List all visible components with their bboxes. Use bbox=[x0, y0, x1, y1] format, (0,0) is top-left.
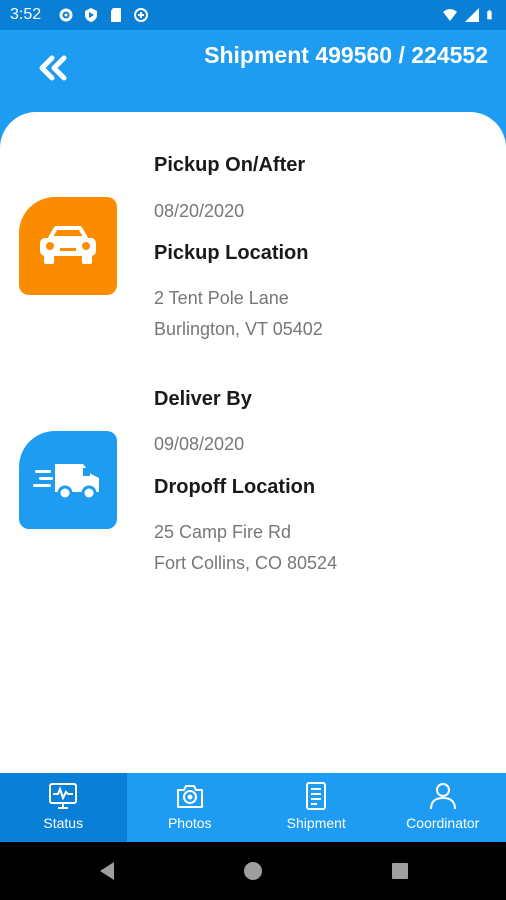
sync-icon bbox=[134, 8, 148, 22]
cellular-signal-icon bbox=[465, 8, 479, 22]
settings-icon bbox=[59, 8, 73, 22]
nav-tab-coordinator[interactable]: Coordinator bbox=[380, 773, 506, 842]
shield-icon bbox=[85, 8, 97, 22]
pickup-address-line2: Burlington, VT 05402 bbox=[154, 319, 323, 339]
pickup-location-label: Pickup Location bbox=[154, 242, 309, 264]
dropoff-date: 09/08/2020 bbox=[154, 434, 245, 454]
back-button[interactable] bbox=[34, 50, 74, 86]
nav-tab-shipment-label: Shipment bbox=[286, 815, 346, 831]
dropoff-icon-tile bbox=[19, 431, 117, 529]
app-header: Shipment 499560 / 224552 bbox=[0, 30, 506, 120]
system-recents-icon[interactable] bbox=[389, 860, 411, 882]
person-icon bbox=[429, 783, 456, 810]
nav-tab-shipment[interactable]: Shipment bbox=[253, 773, 380, 842]
nav-tab-status[interactable]: Status bbox=[0, 773, 127, 842]
document-icon bbox=[306, 782, 327, 810]
dropoff-location-label: Dropoff Location bbox=[154, 476, 316, 498]
system-status-icons bbox=[442, 7, 496, 23]
car-icon bbox=[40, 226, 96, 264]
page-title: Shipment 499560 / 224552 bbox=[204, 42, 488, 68]
nav-tab-photos-label: Photos bbox=[167, 815, 212, 831]
dropoff-address-line2: Fort Collins, CO 80524 bbox=[154, 553, 338, 573]
system-nav-bar bbox=[0, 842, 506, 900]
monitor-pulse-icon bbox=[49, 783, 78, 809]
nav-tab-status-label: Status bbox=[43, 815, 84, 831]
notification-icons bbox=[58, 7, 149, 23]
bottom-nav: Status Photos Shipment Coordinator bbox=[0, 773, 506, 842]
nav-tab-coordinator-label: Coordinator bbox=[406, 815, 480, 831]
camera-icon bbox=[176, 785, 203, 808]
sd-card-icon bbox=[111, 8, 121, 22]
pickup-date: 08/20/2020 bbox=[154, 201, 245, 221]
pickup-date-label: Pickup On/After bbox=[154, 154, 306, 176]
pickup-icon-tile bbox=[19, 197, 117, 295]
battery-icon bbox=[487, 10, 492, 20]
content-card: Pickup On/After 08/20/2020 Pickup Locati… bbox=[0, 112, 506, 774]
dropoff-date-label: Deliver By bbox=[154, 388, 252, 410]
pickup-address-line1: 2 Tent Pole Lane bbox=[154, 288, 289, 308]
system-back-icon[interactable] bbox=[96, 860, 118, 882]
wifi-icon bbox=[443, 9, 457, 21]
status-bar: 3:52 bbox=[0, 0, 506, 30]
status-time: 3:52 bbox=[10, 6, 42, 23]
system-home-icon[interactable] bbox=[242, 860, 264, 882]
nav-tab-photos[interactable]: Photos bbox=[127, 773, 254, 842]
delivery-van-icon bbox=[33, 464, 99, 501]
dropoff-address-line1: 25 Camp Fire Rd bbox=[154, 522, 292, 542]
double-chevron-left-icon bbox=[39, 55, 67, 81]
